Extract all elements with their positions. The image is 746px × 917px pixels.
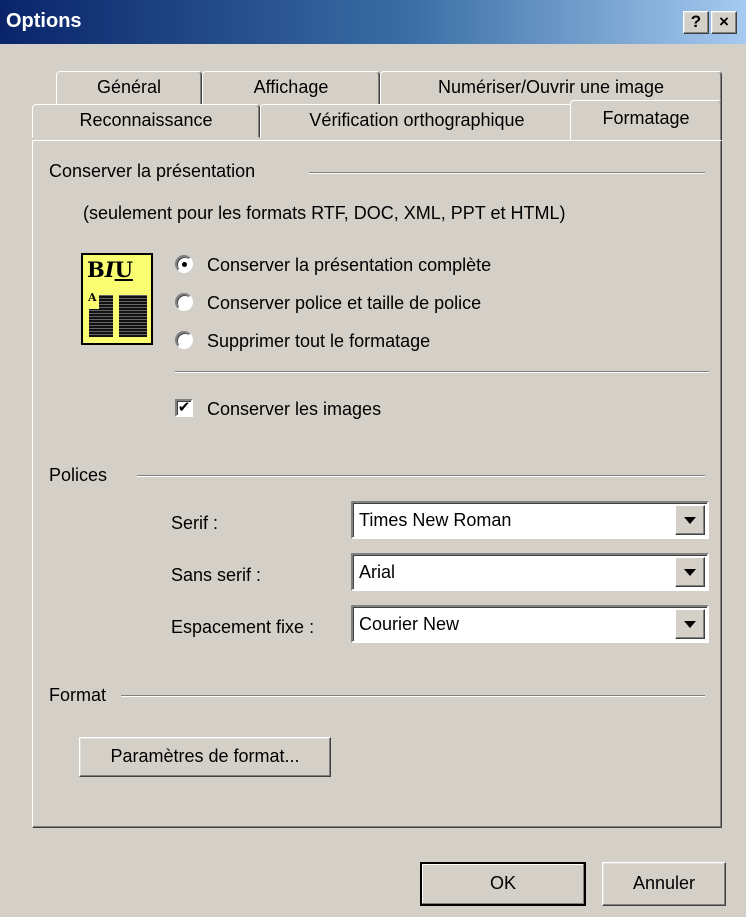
chevron-down-icon[interactable]	[675, 609, 705, 639]
tab-formatage[interactable]: Formatage	[570, 100, 722, 140]
tab-verification[interactable]: Vérification orthographique	[260, 104, 574, 138]
monospace-select[interactable]: Courier New	[351, 605, 709, 643]
ok-button[interactable]: OK	[420, 862, 586, 906]
radio-full-layout[interactable]	[175, 255, 193, 273]
sans-serif-value: Arial	[359, 562, 396, 582]
section-divider	[121, 695, 705, 697]
monospace-value: Courier New	[359, 614, 460, 634]
format-section-title: Format	[49, 685, 107, 705]
text-block-glyph	[99, 295, 113, 337]
radio-remove-formatting-label[interactable]: Supprimer tout le formatage	[207, 331, 430, 352]
help-button[interactable]: ?	[683, 11, 709, 34]
chevron-down-icon[interactable]	[675, 505, 705, 535]
radio-remove-formatting[interactable]	[175, 331, 193, 349]
section-divider	[137, 475, 705, 477]
serif-select[interactable]: Times New Roman	[351, 501, 709, 539]
close-button[interactable]: ×	[711, 11, 737, 34]
title-bar: Options ? ×	[0, 0, 746, 44]
divider	[175, 371, 709, 373]
serif-value: Times New Roman	[359, 510, 512, 530]
letter-a-glyph: A	[88, 291, 97, 304]
monospace-label: Espacement fixe :	[171, 617, 315, 637]
layout-section-note: (seulement pour les formats RTF, DOC, XM…	[83, 203, 566, 223]
text-block-glyph	[89, 309, 99, 337]
tab-general[interactable]: Général	[56, 71, 202, 105]
sans-serif-label: Sans serif :	[171, 565, 262, 585]
radio-font-size-label[interactable]: Conserver police et taille de police	[207, 293, 481, 314]
tab-affichage[interactable]: Affichage	[202, 71, 380, 105]
section-divider	[309, 172, 705, 174]
keep-images-label[interactable]: Conserver les images	[207, 399, 381, 420]
sans-serif-select[interactable]: Arial	[351, 553, 709, 591]
tab-reconnaissance[interactable]: Reconnaissance	[32, 104, 260, 138]
chevron-down-icon[interactable]	[675, 557, 705, 587]
text-block-glyph	[119, 295, 147, 337]
format-settings-button[interactable]: Paramètres de format...	[79, 737, 331, 777]
window-title: Options	[6, 10, 82, 32]
serif-label: Serif :	[171, 513, 219, 533]
radio-full-layout-label[interactable]: Conserver la présentation complète	[207, 255, 491, 276]
formatting-icon: BIU A	[81, 253, 153, 345]
layout-section-title: Conserver la présentation	[49, 161, 256, 181]
cancel-button[interactable]: Annuler	[602, 862, 726, 906]
keep-images-checkbox[interactable]: ✔	[175, 399, 193, 417]
fonts-section-title: Polices	[49, 465, 108, 485]
radio-font-size[interactable]	[175, 293, 193, 311]
formatting-panel: Conserver la présentation (seulement pou…	[32, 140, 722, 828]
